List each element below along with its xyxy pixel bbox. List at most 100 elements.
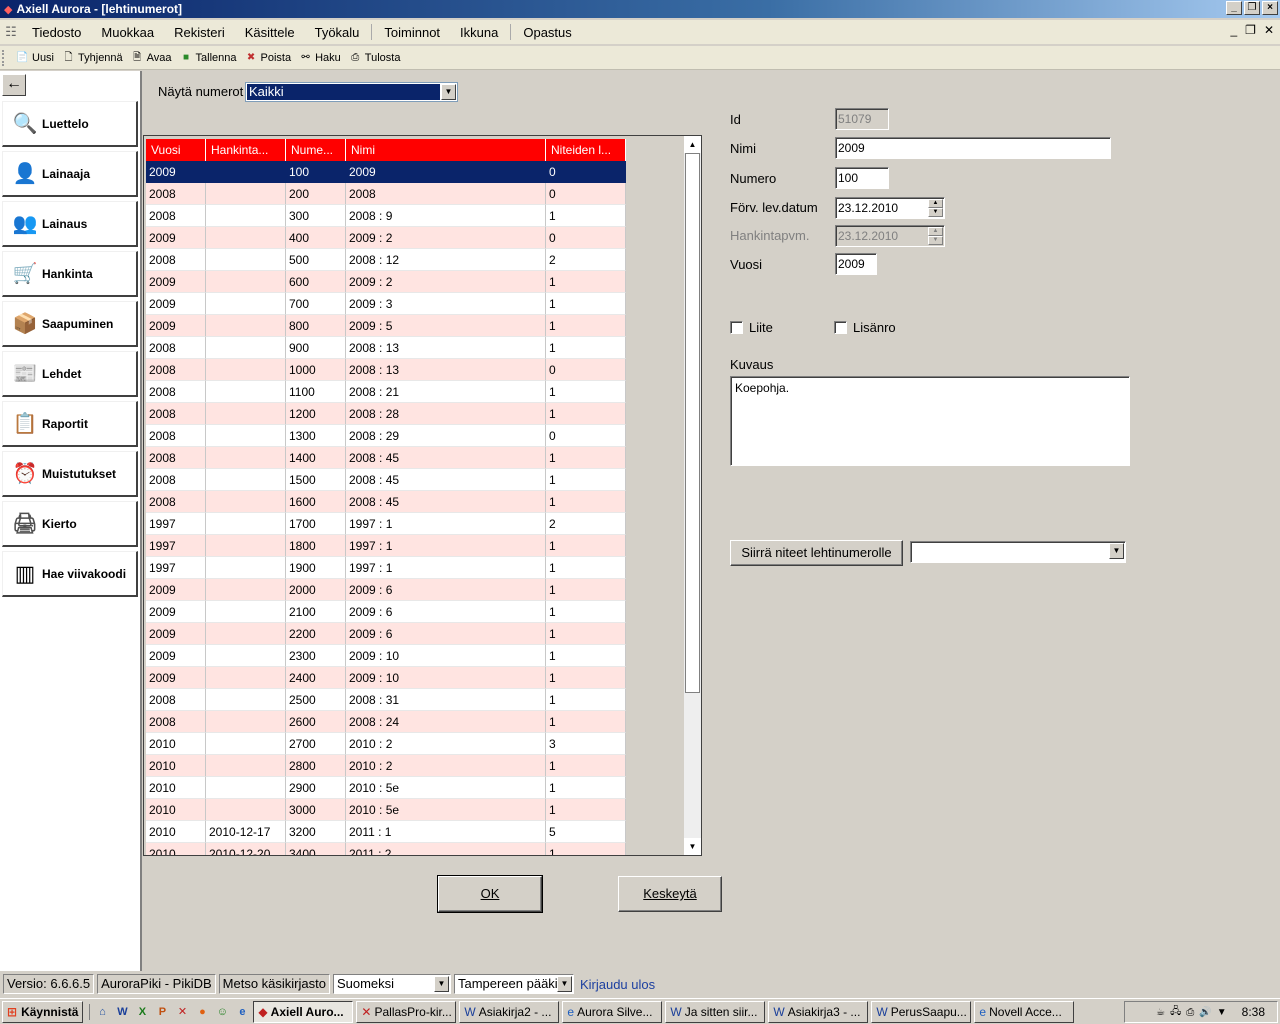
menu-opastus[interactable]: Opastus: [513, 25, 581, 40]
menu-rekisteri[interactable]: Rekisteri: [164, 25, 235, 40]
issues-grid[interactable]: Vuosi Hankinta... Nume... Nimi Niteiden …: [143, 135, 702, 856]
table-row[interactable]: 2010 3000 2010 : 5e 1: [146, 799, 626, 821]
minimize-button[interactable]: _: [1226, 1, 1242, 15]
column-header-hankinta[interactable]: Hankinta...: [206, 139, 286, 161]
ok-button[interactable]: OK: [437, 875, 543, 913]
table-row[interactable]: 2010 2010-12-17 3200 2011 : 15: [146, 821, 626, 843]
table-row[interactable]: 2010 2900 2010 : 5e 1: [146, 777, 626, 799]
spin-down-icon[interactable]: ▼: [928, 208, 943, 217]
menu-ikkuna[interactable]: Ikkuna: [450, 25, 508, 40]
column-header-nimi[interactable]: Nimi: [346, 139, 546, 161]
table-row[interactable]: 2009 600 2009 : 21: [146, 271, 626, 293]
search-button[interactable]: ⚯ Haku: [295, 51, 345, 64]
vuosi-field[interactable]: 2009: [835, 253, 877, 275]
nav-lehdet[interactable]: 📰 Lehdet: [2, 351, 138, 397]
table-row[interactable]: 2009 100 2009 0: [146, 161, 626, 183]
date-spinner[interactable]: ▲ ▼: [928, 199, 943, 217]
nav-luettelo[interactable]: 🔍 Luettelo: [2, 101, 138, 147]
pallas-icon[interactable]: ✕: [174, 1004, 190, 1020]
table-row[interactable]: 1997 1900 1997 : 11: [146, 557, 626, 579]
table-row[interactable]: 2009 2200 2009 : 61: [146, 623, 626, 645]
word-icon[interactable]: W: [114, 1004, 130, 1020]
table-row[interactable]: 2009 2100 2009 : 61: [146, 601, 626, 623]
task-pallaspro[interactable]: ✕ PallasPro-kir...: [356, 1000, 457, 1023]
numero-field[interactable]: 100: [835, 167, 889, 189]
clock[interactable]: 8:38: [1242, 1005, 1265, 1019]
language-select[interactable]: Suomeksi ▼: [332, 974, 451, 994]
menu-tiedosto[interactable]: Tiedosto: [22, 25, 91, 40]
table-row[interactable]: 2008 900 2008 : 13 1: [146, 337, 626, 359]
messenger-icon[interactable]: ☺: [214, 1004, 230, 1020]
table-row[interactable]: 1997 1800 1997 : 11: [146, 535, 626, 557]
dropdown-arrow-icon[interactable]: ▼: [433, 976, 449, 992]
nav-lainaaja[interactable]: 👤 Lainaaja: [2, 151, 138, 197]
grid-vertical-scrollbar[interactable]: ▲ ▼: [684, 136, 701, 855]
security-icon[interactable]: ▼: [1217, 1007, 1227, 1018]
table-row[interactable]: 2009 800 2009 : 51: [146, 315, 626, 337]
table-row[interactable]: 2008 1600 2008 : 45 1: [146, 491, 626, 513]
table-row[interactable]: 2008 300 2008 : 91: [146, 205, 626, 227]
desktop-icon[interactable]: ⌂: [94, 1004, 110, 1020]
table-row[interactable]: 2010 2800 2010 : 21: [146, 755, 626, 777]
menu-kasittele[interactable]: Käsittele: [235, 25, 305, 40]
task-novell[interactable]: e Novell Acce...: [974, 1000, 1075, 1023]
kuvaus-textarea[interactable]: Koepohja.: [730, 376, 1130, 466]
dropdown-arrow-icon[interactable]: ▼: [556, 976, 572, 992]
table-row[interactable]: 2008 1500 2008 : 45 1: [146, 469, 626, 491]
powerpoint-icon[interactable]: P: [154, 1004, 170, 1020]
library-select[interactable]: Tampereen pääki ▼: [453, 974, 574, 994]
table-row[interactable]: 2008 1000 2008 : 13 0: [146, 359, 626, 381]
table-row[interactable]: 2008 1100 2008 : 21 1: [146, 381, 626, 403]
move-items-button[interactable]: Siirrä niteet lehtinumerolle: [730, 540, 903, 566]
new-button[interactable]: 📄 Uusi: [12, 51, 58, 64]
menu-toiminnot[interactable]: Toiminnot: [374, 25, 450, 40]
table-row[interactable]: 2009 400 2009 : 20: [146, 227, 626, 249]
task-asiakirja3[interactable]: W Asiakirja3 - ...: [768, 1000, 869, 1023]
task-axiell-aurora[interactable]: ◆ Axiell Auro...: [253, 1000, 354, 1023]
column-header-niteiden[interactable]: Niteiden l...: [546, 139, 626, 161]
logout-link[interactable]: Kirjaudu ulos: [580, 977, 655, 992]
mdi-minimize-icon[interactable]: _: [1230, 23, 1237, 37]
task-perussaapu[interactable]: W PerusSaapu...: [871, 1000, 972, 1023]
table-row[interactable]: 2008 200 2008 0: [146, 183, 626, 205]
task-aurora-silver[interactable]: e Aurora Silve...: [562, 1000, 663, 1023]
mdi-child-icon[interactable]: ☷: [0, 24, 22, 40]
forv-lev-datum-field[interactable]: 23.12.2010 ▲ ▼: [835, 197, 945, 219]
nav-hae-viivakoodi[interactable]: ▥ Hae viivakoodi: [2, 551, 138, 597]
table-row[interactable]: 2009 2400 2009 : 10 1: [146, 667, 626, 689]
menu-muokkaa[interactable]: Muokkaa: [91, 25, 164, 40]
close-button[interactable]: ×: [1262, 1, 1278, 15]
internet-explorer-icon[interactable]: e: [234, 1004, 250, 1020]
firefox-icon[interactable]: ●: [194, 1004, 210, 1020]
scroll-up-arrow-icon[interactable]: ▲: [684, 136, 701, 153]
target-issue-select[interactable]: ▼: [910, 541, 1126, 563]
lisanro-checkbox-box[interactable]: [834, 321, 847, 334]
mdi-close-icon[interactable]: ✕: [1264, 23, 1274, 37]
table-row[interactable]: 1997 1700 1997 : 12: [146, 513, 626, 535]
nav-muistutukset[interactable]: ⏰ Muistutukset: [2, 451, 138, 497]
table-row[interactable]: 2008 500 2008 : 12 2: [146, 249, 626, 271]
toolbar-grip[interactable]: [2, 49, 10, 66]
column-header-vuosi[interactable]: Vuosi: [146, 139, 206, 161]
excel-icon[interactable]: X: [134, 1004, 150, 1020]
start-button[interactable]: ⊞ Käynnistä: [2, 1000, 84, 1023]
nav-lainaus[interactable]: 👥 Lainaus: [2, 201, 138, 247]
task-ja-sitten[interactable]: W Ja sitten siir...: [665, 1000, 766, 1023]
liite-checkbox-box[interactable]: [730, 321, 743, 334]
table-row[interactable]: 2010 2010-12-20 3400 2011 : 21: [146, 843, 626, 855]
clear-button[interactable]: 🗋 Tyhjennä: [58, 51, 127, 64]
task-asiakirja2[interactable]: W Asiakirja2 - ...: [459, 1000, 560, 1023]
menu-tyokalu[interactable]: Työkalu: [305, 25, 370, 40]
table-row[interactable]: 2009 700 2009 : 31: [146, 293, 626, 315]
table-row[interactable]: 2008 2500 2008 : 31 1: [146, 689, 626, 711]
filter-select[interactable]: Kaikki ▼: [245, 82, 458, 102]
table-row[interactable]: 2008 1200 2008 : 28 1: [146, 403, 626, 425]
nav-hankinta[interactable]: 🛒 Hankinta: [2, 251, 138, 297]
nav-raportit[interactable]: 📋 Raportit: [2, 401, 138, 447]
table-row[interactable]: 2008 1400 2008 : 45 1: [146, 447, 626, 469]
table-row[interactable]: 2009 2300 2009 : 10 1: [146, 645, 626, 667]
back-arrow-button[interactable]: ←: [2, 74, 26, 96]
table-row[interactable]: 2010 2700 2010 : 23: [146, 733, 626, 755]
table-row[interactable]: 2008 1300 2008 : 29 0: [146, 425, 626, 447]
save-button[interactable]: ■ Tallenna: [176, 51, 241, 64]
